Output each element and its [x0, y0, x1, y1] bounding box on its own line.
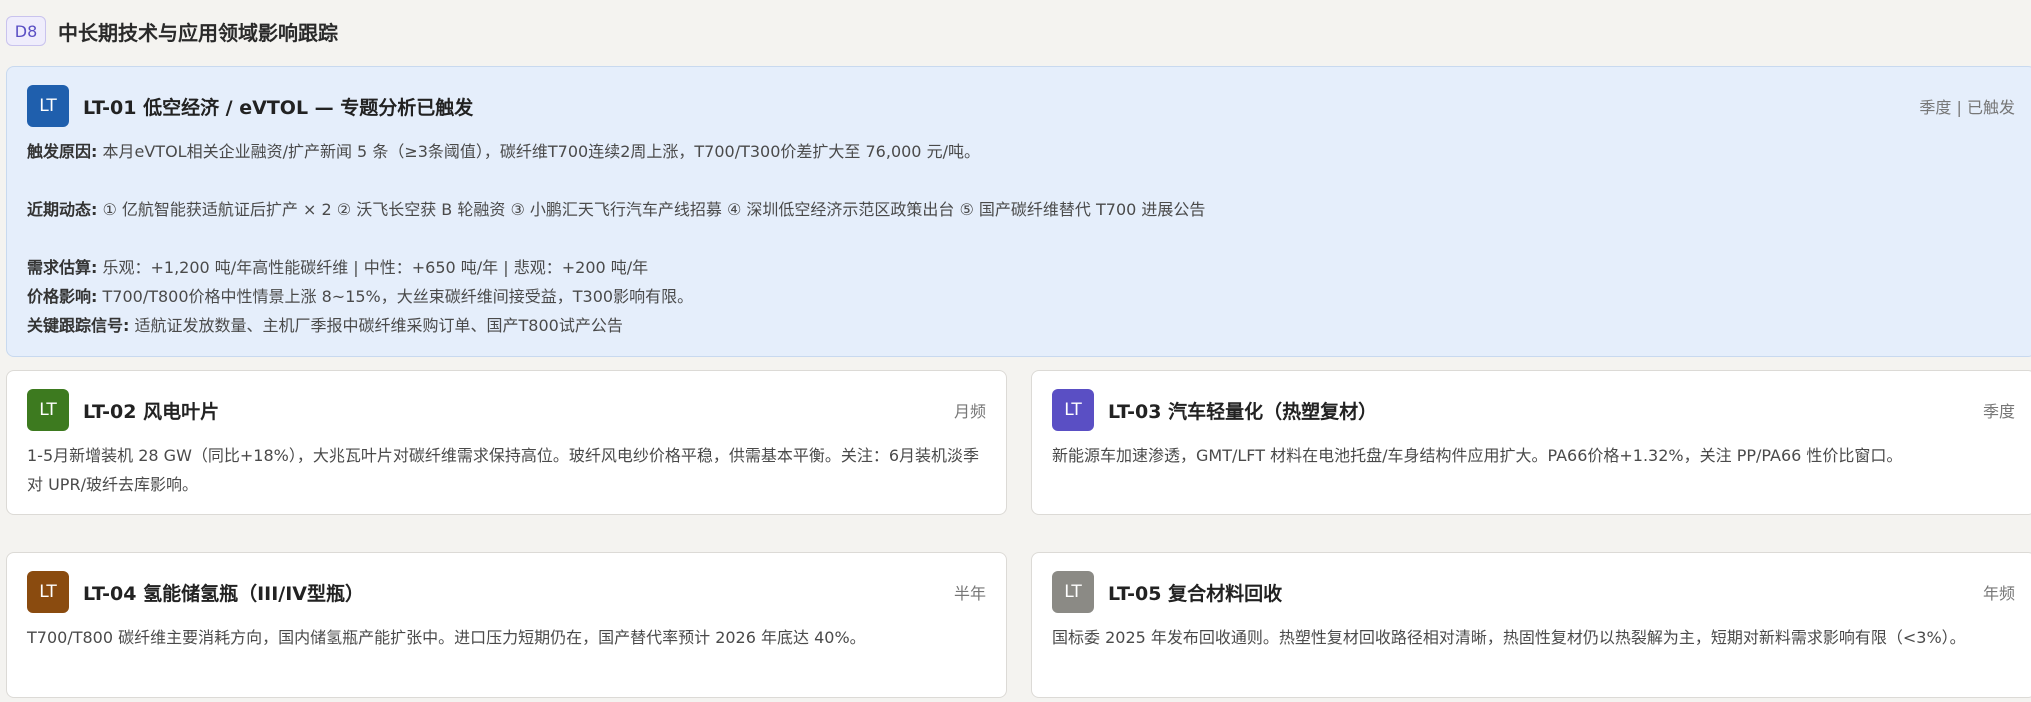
price-label: 价格影响:: [27, 287, 98, 306]
card-lt01-tag: 季度 | 已触发: [1919, 98, 2015, 117]
card-lt05-header: LT LT-05 复合材料回收 年频: [1052, 571, 2015, 613]
card-lt03-title: LT-03 汽车轻量化（热塑复材）: [1108, 400, 1378, 423]
card-lt04-body: T700/T800 碳纤维主要消耗方向，国内储氢瓶产能扩张中。进口压力短期仍在，…: [27, 628, 866, 647]
recent-label: 近期动态:: [27, 200, 98, 219]
card-lt01-header: LT LT-01 低空经济 / eVTOL — 专题分析已触发 季度 | 已触发: [27, 85, 2015, 127]
card-lt03-body: 新能源车加速渗透，GMT/LFT 材料在电池托盘/车身结构件应用扩大。PA66价…: [1052, 446, 1903, 465]
card-lt01-body: 触发原因: 本月eVTOL相关企业融资/扩产新闻 5 条（≥3条阈值），碳纤维T…: [27, 137, 2015, 340]
lt-icon: LT: [27, 85, 69, 127]
trigger-row: 触发原因: 本月eVTOL相关企业融资/扩产新闻 5 条（≥3条阈值），碳纤维T…: [27, 137, 2015, 166]
price-text: T700/T800价格中性情景上涨 8~15%，大丝束碳纤维间接受益，T300影…: [102, 287, 694, 306]
card-lt05-body: 国标委 2025 年发布回收通则。热塑性复材回收路径相对清晰，热固性复材仍以热裂…: [1052, 628, 1966, 647]
trigger-label: 触发原因:: [27, 142, 98, 161]
card-lt02-title: LT-02 风电叶片: [83, 400, 220, 423]
section-header: D8 中长期技术与应用领域影响跟踪: [6, 16, 338, 46]
card-lt01-title: LT-01 低空经济 / eVTOL — 专题分析已触发: [83, 96, 474, 119]
demand-label: 需求估算:: [27, 258, 98, 277]
card-lt05-title: LT-05 复合材料回收: [1108, 582, 1283, 605]
recent-text: ① 亿航智能获适航证后扩产 × 2 ② 沃飞长空获 B 轮融资 ③ 小鹏汇天飞行…: [102, 200, 1206, 219]
card-lt05-tag: 年频: [1982, 584, 2015, 603]
recent-row: 近期动态: ① 亿航智能获适航证后扩产 × 2 ② 沃飞长空获 B 轮融资 ③ …: [27, 195, 2015, 224]
section-badge: D8: [6, 16, 46, 46]
card-lt05[interactable]: LT LT-05 复合材料回收 年频 国标委 2025 年发布回收通则。热塑性复…: [1031, 552, 2031, 698]
card-lt04-header: LT LT-04 氢能储氢瓶（III/IV型瓶） 半年: [27, 571, 986, 613]
card-lt02-body: 1-5月新增装机 28 GW（同比+18%），大兆瓦叶片对碳纤维需求保持高位。玻…: [27, 446, 980, 494]
signal-label: 关键跟踪信号:: [27, 316, 130, 335]
lt-icon: LT: [27, 389, 69, 431]
card-lt02-tag: 月频: [953, 402, 986, 421]
lt-icon: LT: [1052, 389, 1094, 431]
demand-text: 乐观：+1,200 吨/年高性能碳纤维 | 中性：+650 吨/年 | 悲观：+…: [102, 258, 649, 277]
lt-icon: LT: [27, 571, 69, 613]
card-lt04-title: LT-04 氢能储氢瓶（III/IV型瓶）: [83, 582, 364, 605]
card-lt03-header: LT LT-03 汽车轻量化（热塑复材） 季度: [1052, 389, 2015, 431]
signal-row: 关键跟踪信号: 适航证发放数量、主机厂季报中碳纤维采购订单、国产T800试产公告: [27, 311, 2015, 340]
signal-text: 适航证发放数量、主机厂季报中碳纤维采购订单、国产T800试产公告: [134, 316, 623, 335]
card-lt02-header: LT LT-02 风电叶片 月频: [27, 389, 986, 431]
lt-icon: LT: [1052, 571, 1094, 613]
card-lt04-tag: 半年: [953, 584, 986, 603]
card-lt03[interactable]: LT LT-03 汽车轻量化（热塑复材） 季度 新能源车加速渗透，GMT/LFT…: [1031, 370, 2031, 515]
price-row: 价格影响: T700/T800价格中性情景上涨 8~15%，大丝束碳纤维间接受益…: [27, 282, 2015, 311]
card-lt01[interactable]: LT LT-01 低空经济 / eVTOL — 专题分析已触发 季度 | 已触发…: [6, 66, 2031, 357]
card-lt04[interactable]: LT LT-04 氢能储氢瓶（III/IV型瓶） 半年 T700/T800 碳纤…: [6, 552, 1007, 698]
card-lt02[interactable]: LT LT-02 风电叶片 月频 1-5月新增装机 28 GW（同比+18%），…: [6, 370, 1007, 515]
card-lt03-tag: 季度: [1982, 402, 2015, 421]
trigger-text: 本月eVTOL相关企业融资/扩产新闻 5 条（≥3条阈值），碳纤维T700连续2…: [102, 142, 980, 161]
section-title: 中长期技术与应用领域影响跟踪: [58, 20, 338, 45]
demand-row: 需求估算: 乐观：+1,200 吨/年高性能碳纤维 | 中性：+650 吨/年 …: [27, 253, 2015, 282]
